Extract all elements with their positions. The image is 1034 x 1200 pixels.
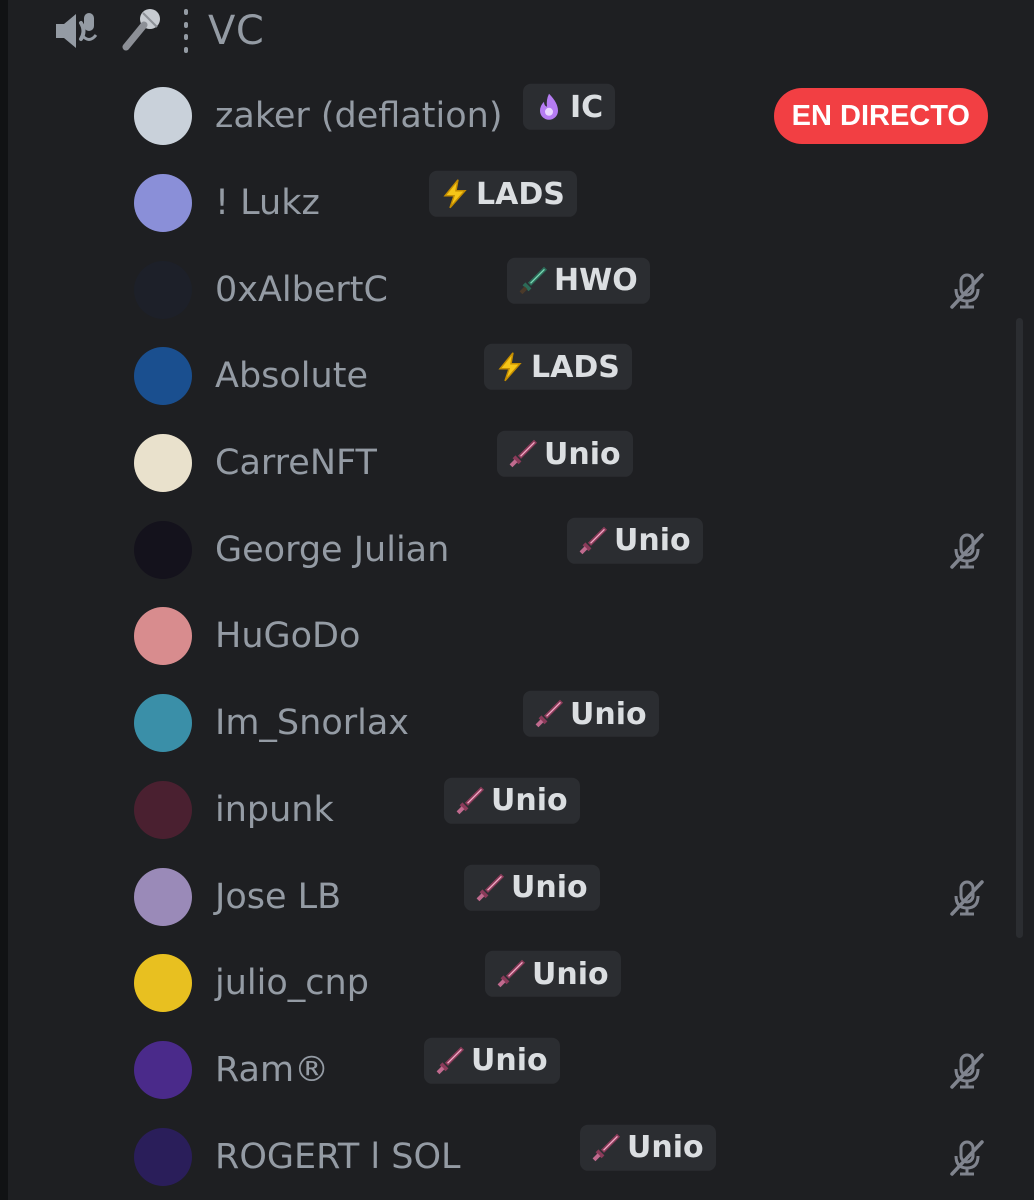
username[interactable]: ! Lukz [215,183,320,223]
pink-sword-icon [433,1044,467,1078]
avatar[interactable] [134,780,192,839]
avatar[interactable] [134,867,192,926]
server-tag-label: Unio [614,523,691,559]
pink-sword-icon [473,870,507,904]
server-tag-label: Unio [532,956,609,992]
server-tag[interactable]: Unio [567,517,703,564]
muted-mic-icon [946,876,988,918]
server-tag[interactable]: IC [523,84,616,131]
avatar[interactable] [134,174,192,233]
server-tag[interactable]: Unio [424,1037,560,1084]
lightning-icon [493,350,527,384]
server-tag-label: LADS [476,176,565,212]
voice-user-row[interactable]: Ram® Unio [126,1027,1006,1114]
server-tag[interactable]: HWO [507,257,650,304]
server-tag[interactable]: LADS [484,344,632,391]
avatar[interactable] [134,434,192,493]
server-tag[interactable]: Unio [444,777,580,824]
avatar[interactable] [134,1127,192,1186]
avatar[interactable] [134,347,192,406]
voice-user-row[interactable]: 0xAlbertC HWO [126,246,1006,333]
voice-channel-panel: VC zaker (deflation) IC EN DIRECTO ! Lukz LA… [0,0,1034,1200]
server-tag-label: Unio [570,696,647,732]
username[interactable]: HuGoDo [215,616,360,656]
username[interactable]: julio_cnp [215,963,369,1003]
muted-mic-icon [946,269,988,311]
server-tag-label: HWO [554,263,638,299]
avatar[interactable] [134,520,192,579]
pink-sword-icon [494,957,528,991]
server-tag-label: Unio [627,1129,704,1165]
username[interactable]: CarreNFT [215,443,377,483]
server-tag-label: Unio [544,436,621,472]
server-tag-label: Unio [471,1043,548,1079]
pink-sword-icon [576,524,610,558]
voice-user-row[interactable]: ! Lukz LADS [126,160,1006,247]
voice-user-row[interactable]: ROGERT l SOL Unio [126,1113,1006,1200]
username[interactable]: ROGERT l SOL [215,1137,461,1177]
lightning-icon [438,177,472,211]
username[interactable]: Absolute [215,356,368,396]
username[interactable]: Im_Snorlax [215,703,409,743]
voice-user-row[interactable]: HuGoDo [126,593,1006,680]
server-tag-label: Unio [491,783,568,819]
server-tag[interactable]: Unio [580,1124,716,1171]
muted-mic-icon [946,529,988,571]
avatar[interactable] [134,260,192,319]
server-tag[interactable]: Unio [523,690,659,737]
scrollbar[interactable] [1016,318,1023,938]
avatar[interactable] [134,87,192,146]
voice-user-row[interactable]: Im_Snorlax Unio [126,680,1006,767]
server-tag-label: Unio [511,869,588,905]
voice-user-row[interactable]: CarreNFT Unio [126,420,1006,507]
pink-sword-icon [453,784,487,818]
server-tag[interactable]: Unio [464,864,600,911]
purple-flame-icon [532,90,566,124]
username[interactable]: George Julian [215,530,449,570]
microphone-icon [114,5,166,57]
left-rail [0,0,8,1200]
avatar[interactable] [134,607,192,666]
voice-channel-header[interactable]: VC [48,0,264,62]
username[interactable]: Ram® [215,1050,329,1090]
username[interactable]: Jose LB [215,877,341,917]
avatar[interactable] [134,1040,192,1099]
server-tag[interactable]: Unio [497,430,633,477]
voice-user-row[interactable]: Jose LB Unio [126,853,1006,940]
voice-user-list: zaker (deflation) IC EN DIRECTO ! Lukz LADS 0… [126,73,1006,1200]
username[interactable]: 0xAlbertC [215,270,388,310]
server-tag[interactable]: Unio [485,951,621,998]
server-tag-label: IC [570,89,604,125]
live-badge[interactable]: EN DIRECTO [773,88,988,145]
voice-user-row[interactable]: julio_cnp Unio [126,940,1006,1027]
username[interactable]: inpunk [215,790,334,830]
server-tag[interactable]: LADS [429,170,577,217]
server-tag-label: LADS [531,349,620,385]
avatar[interactable] [134,694,192,753]
pink-sword-icon [589,1130,623,1164]
username[interactable]: zaker (deflation) [215,96,503,136]
voice-user-row[interactable]: Absolute LADS [126,333,1006,420]
voice-user-row[interactable]: George Julian Unio [126,506,1006,593]
muted-mic-icon [946,1049,988,1091]
avatar[interactable] [134,954,192,1013]
channel-name: VC [208,8,265,54]
green-sword-icon [516,264,550,298]
speaker-icon [48,5,100,57]
pink-sword-icon [532,697,566,731]
header-divider [184,9,188,53]
voice-user-row[interactable]: zaker (deflation) IC EN DIRECTO [126,73,1006,160]
voice-user-row[interactable]: inpunk Unio [126,767,1006,854]
muted-mic-icon [946,1136,988,1178]
pink-sword-icon [506,437,540,471]
